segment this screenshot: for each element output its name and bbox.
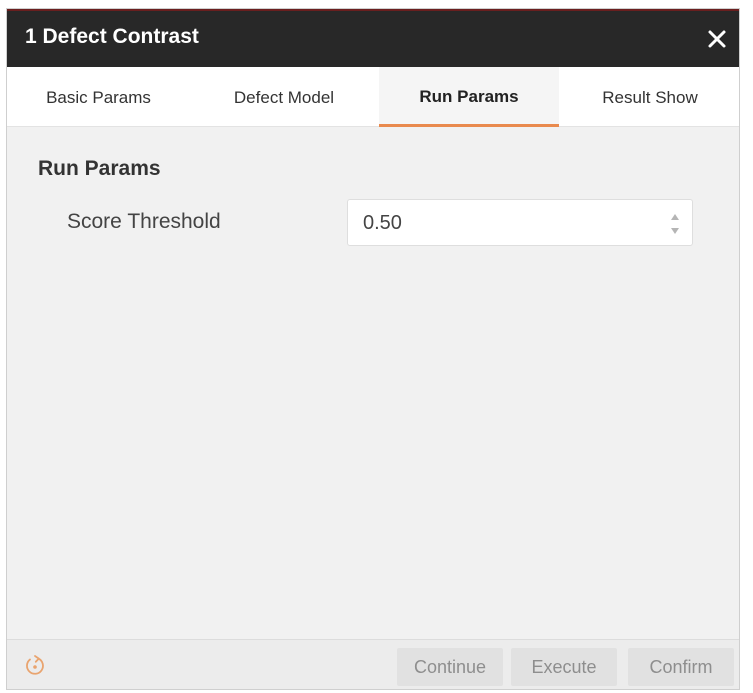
score-threshold-spinbox[interactable]: 0.50 xyxy=(347,199,693,246)
tab-bar: Basic Params Defect Model Run Params Res… xyxy=(7,67,739,127)
execute-button[interactable]: Execute xyxy=(511,648,617,686)
dialog-title: 1 Defect Contrast xyxy=(25,25,199,48)
spin-arrows xyxy=(668,210,682,236)
score-threshold-value[interactable]: 0.50 xyxy=(363,212,402,235)
refresh-button[interactable] xyxy=(23,654,47,678)
spin-down-button[interactable] xyxy=(668,224,682,236)
run-params-panel: Run Params Score Threshold 0.50 xyxy=(7,127,739,639)
confirm-button[interactable]: Confirm xyxy=(628,648,734,686)
tab-run-params[interactable]: Run Params xyxy=(379,67,559,127)
tab-basic-params[interactable]: Basic Params xyxy=(7,67,190,127)
score-threshold-label: Score Threshold xyxy=(67,210,221,233)
chevron-up-icon xyxy=(671,214,679,220)
section-title: Run Params xyxy=(38,157,161,180)
continue-button[interactable]: Continue xyxy=(397,648,503,686)
close-icon xyxy=(708,30,726,48)
chevron-down-icon xyxy=(671,228,679,234)
refresh-icon xyxy=(26,655,44,675)
close-button[interactable] xyxy=(699,21,735,57)
tab-defect-model[interactable]: Defect Model xyxy=(190,67,378,127)
tab-result-show[interactable]: Result Show xyxy=(559,67,739,127)
spin-up-button[interactable] xyxy=(668,210,682,222)
dialog-footer: Continue Execute Confirm xyxy=(7,639,739,689)
title-bar: 1 Defect Contrast xyxy=(7,9,739,67)
defect-contrast-dialog: 1 Defect Contrast Basic Params Defect Mo… xyxy=(6,8,740,690)
